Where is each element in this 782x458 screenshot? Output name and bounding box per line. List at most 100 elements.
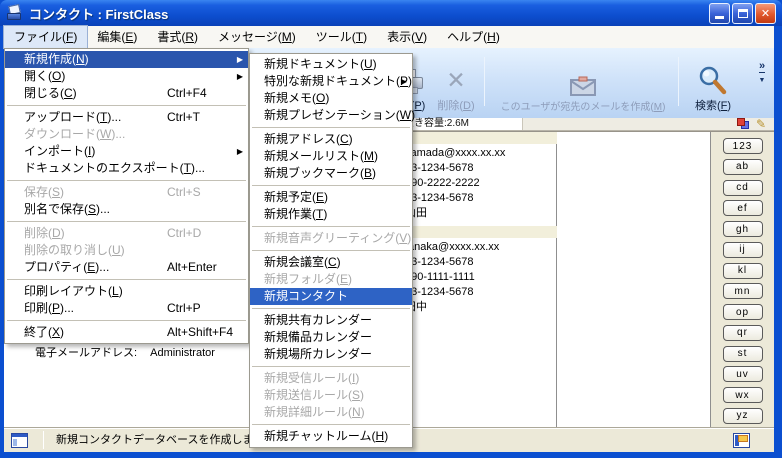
envelope-icon bbox=[568, 76, 598, 98]
minimize-button[interactable] bbox=[709, 3, 730, 24]
alpha-tab-qr[interactable]: qr bbox=[723, 325, 763, 341]
alpha-tab-123[interactable]: 123 bbox=[723, 138, 763, 154]
chevron-right-icon: » bbox=[759, 61, 765, 73]
toolbar-separator bbox=[484, 57, 485, 106]
pencil-icon[interactable]: ✎ bbox=[756, 118, 766, 131]
contact-mobile: 090-2222-2222 bbox=[390, 176, 557, 191]
submenu-arrow-icon: ▶ bbox=[237, 68, 243, 85]
contact-header-band bbox=[390, 132, 557, 144]
maximize-button[interactable] bbox=[732, 3, 753, 24]
search-button[interactable]: 検索(F) bbox=[682, 53, 744, 113]
menubar-item-tools[interactable]: ツール(T) bbox=[306, 26, 377, 48]
menu-separator bbox=[252, 226, 410, 227]
file-menu-item-new[interactable]: 新規作成(N) ▶ bbox=[5, 51, 248, 68]
alpha-tab-op[interactable]: op bbox=[723, 304, 763, 320]
menu-separator bbox=[7, 279, 246, 280]
title-bar: コンタクト : FirstClass ✕ bbox=[0, 0, 782, 26]
file-menu-item-undelete: 削除の取り消し(U) bbox=[5, 242, 248, 259]
menubar-item-format[interactable]: 書式(R) bbox=[147, 26, 208, 48]
file-menu-item-close[interactable]: 閉じる(C) Ctrl+F4 bbox=[5, 85, 248, 102]
submenu-item-new-location-calendar[interactable]: 新規場所カレンダー bbox=[250, 346, 412, 363]
contact-email: yamada@xxxx.xx.xx bbox=[390, 146, 557, 161]
window-icon bbox=[6, 5, 24, 21]
submenu-item-new-event[interactable]: 新規予定(E) bbox=[250, 189, 412, 206]
menu-separator bbox=[7, 221, 246, 222]
submenu-arrow-icon: ▶ bbox=[401, 73, 407, 90]
file-menu-item-import[interactable]: インポート(I) ▶ bbox=[5, 143, 248, 160]
close-button[interactable]: ✕ bbox=[755, 3, 776, 24]
window-title: コンタクト : FirstClass bbox=[29, 4, 168, 23]
alpha-tab-ef[interactable]: ef bbox=[723, 200, 763, 216]
file-menu-item-save: 保存(S) Ctrl+S bbox=[5, 184, 248, 201]
menu-separator bbox=[252, 366, 410, 367]
submenu-arrow-icon: ▶ bbox=[237, 143, 243, 160]
overlapping-squares-icon[interactable] bbox=[736, 118, 751, 131]
alpha-tab-st[interactable]: st bbox=[723, 346, 763, 362]
submenu-item-new-document[interactable]: 新規ドキュメント(U) bbox=[250, 56, 412, 73]
file-menu-item-properties[interactable]: プロパティ(E)... Alt+Enter bbox=[5, 259, 248, 276]
menu-separator bbox=[252, 250, 410, 251]
alpha-tab-ij[interactable]: ij bbox=[723, 242, 763, 258]
menu-separator bbox=[7, 320, 246, 321]
submenu-item-new-bookmark[interactable]: 新規ブックマーク(B) bbox=[250, 165, 412, 182]
submenu-item-special-new-document[interactable]: 特別な新規ドキュメント(P) ▶ bbox=[250, 73, 412, 90]
file-menu-item-export-document[interactable]: ドキュメントのエクスポート(T)... bbox=[5, 160, 248, 177]
new-submenu: 新規ドキュメント(U) 特別な新規ドキュメント(P) ▶ 新規メモ(O) 新規プ… bbox=[249, 53, 413, 448]
file-menu-item-print[interactable]: 印刷(P)... Ctrl+P bbox=[5, 300, 248, 317]
file-menu-item-print-layout[interactable]: 印刷レイアウト(L) bbox=[5, 283, 248, 300]
alpha-tab-column: 123 ab cd ef gh ij kl mn op qr st uv wx … bbox=[710, 132, 774, 427]
menubar-item-edit[interactable]: 編集(E) bbox=[87, 26, 147, 48]
file-menu-item-open[interactable]: 開く(O) ▶ bbox=[5, 68, 248, 85]
submenu-item-new-resource-calendar[interactable]: 新規備品カレンダー bbox=[250, 329, 412, 346]
submenu-item-new-shared-calendar[interactable]: 新規共有カレンダー bbox=[250, 312, 412, 329]
alpha-tab-ab[interactable]: ab bbox=[723, 159, 763, 175]
submenu-item-new-chat-room[interactable]: 新規チャットルーム(H) bbox=[250, 428, 412, 445]
menubar-item-help[interactable]: ヘルプ(H) bbox=[437, 26, 510, 48]
submenu-item-new-mail-list[interactable]: 新規メールリスト(M) bbox=[250, 148, 412, 165]
submenu-item-new-contact[interactable]: 新規コンタクト bbox=[250, 288, 412, 305]
status-separator bbox=[43, 431, 44, 449]
menu-separator bbox=[7, 105, 246, 106]
search-icon bbox=[697, 65, 729, 97]
menu-separator bbox=[252, 127, 410, 128]
chevron-down-icon: ▼ bbox=[753, 77, 771, 84]
app-window: コンタクト : FirstClass ✕ ファイル(F) 編集(E) 書式(R)… bbox=[0, 0, 782, 458]
file-menu-item-upload[interactable]: アップロード(T)... Ctrl+T bbox=[5, 109, 248, 126]
status-text: 新規コンタクトデータベースを作成します。 bbox=[56, 428, 274, 452]
submenu-item-new-memo[interactable]: 新規メモ(O) bbox=[250, 90, 412, 107]
alpha-tab-kl[interactable]: kl bbox=[723, 263, 763, 279]
alpha-tab-wx[interactable]: wx bbox=[723, 387, 763, 403]
menu-separator bbox=[252, 308, 410, 309]
submenu-item-new-voice-greeting: 新規音声グリーティング(V) bbox=[250, 230, 412, 247]
toolbar-separator bbox=[678, 57, 679, 106]
submenu-item-new-conference[interactable]: 新規会議室(C) bbox=[250, 254, 412, 271]
submenu-item-new-task[interactable]: 新規作業(T) bbox=[250, 206, 412, 223]
menubar-item-message[interactable]: メッセージ(M) bbox=[208, 26, 306, 48]
menubar-item-file[interactable]: ファイル(F) bbox=[4, 26, 87, 48]
minimize-icon bbox=[715, 16, 724, 19]
alpha-tab-mn[interactable]: mn bbox=[723, 283, 763, 299]
contact-phone: 03-1234-5678 bbox=[390, 161, 557, 176]
menubar-item-view[interactable]: 表示(V) bbox=[377, 26, 437, 48]
delete-x-icon: ✕ bbox=[446, 65, 465, 97]
submenu-item-new-address[interactable]: 新規アドレス(C) bbox=[250, 131, 412, 148]
file-menu-item-exit[interactable]: 終了(X) Alt+Shift+F4 bbox=[5, 324, 248, 341]
alpha-tab-uv[interactable]: uv bbox=[723, 366, 763, 382]
status-form-icon bbox=[733, 433, 750, 448]
status-window-icon bbox=[11, 433, 28, 448]
alpha-tab-gh[interactable]: gh bbox=[723, 221, 763, 237]
contact-email: tanaka@xxxx.xx.xx bbox=[390, 240, 557, 255]
toolbar-overflow-button[interactable]: » ▼ bbox=[753, 56, 771, 84]
contact-list-item[interactable]: tanaka@xxxx.xx.xx 03-1234-5678 090-1111-… bbox=[390, 226, 557, 315]
submenu-item-new-send-rule: 新規送信ルール(S) bbox=[250, 387, 412, 404]
contact-list-item[interactable]: yamada@xxxx.xx.xx 03-1234-5678 090-2222-… bbox=[390, 132, 557, 221]
submenu-item-new-advanced-rule: 新規詳細ルール(N) bbox=[250, 404, 412, 421]
file-menu-item-save-as[interactable]: 別名で保存(S)... bbox=[5, 201, 248, 218]
email-address-label: 電子メールアドレス: bbox=[35, 347, 137, 359]
alpha-tab-yz[interactable]: yz bbox=[723, 408, 763, 424]
email-address-row: 電子メールアドレス: Administrator bbox=[35, 344, 215, 360]
submenu-item-new-presentation[interactable]: 新規プレゼンテーション(W) bbox=[250, 107, 412, 124]
submenu-arrow-icon: ▶ bbox=[237, 51, 243, 68]
alpha-tab-cd[interactable]: cd bbox=[723, 180, 763, 196]
close-icon: ✕ bbox=[761, 7, 770, 20]
